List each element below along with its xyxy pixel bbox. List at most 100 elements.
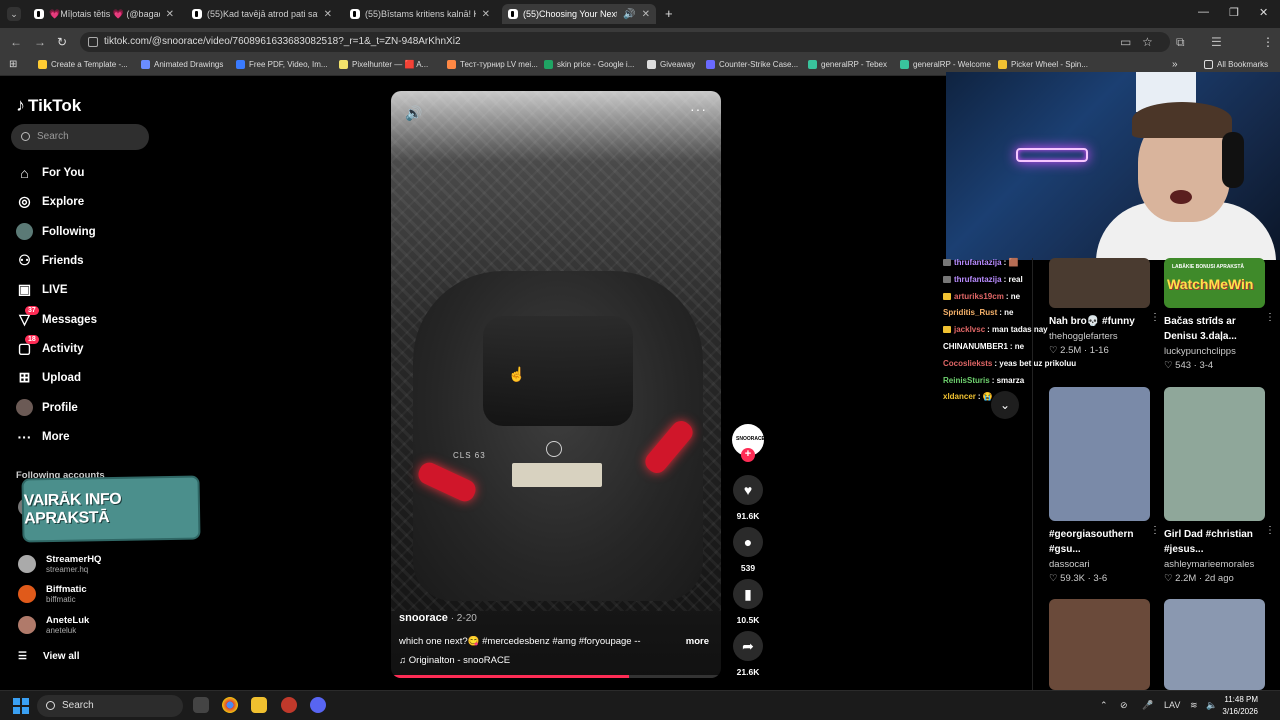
video-thumbnail[interactable]	[1049, 599, 1150, 690]
card-more-icon[interactable]: ⋮	[1150, 525, 1160, 536]
chevron-down-icon[interactable]: ⌄	[991, 391, 1019, 419]
card-more-icon[interactable]: ⋮	[1265, 525, 1275, 536]
task-view-icon[interactable]	[193, 697, 209, 713]
bookmark-icon[interactable]: ▮	[733, 579, 763, 609]
comment-icon[interactable]: ●	[733, 527, 763, 557]
save-action[interactable]: ▮ 10.5K	[732, 579, 764, 625]
bookmark-item[interactable]: Giveaway	[647, 60, 695, 69]
browser-tab-4-active[interactable]: (55)Choosing Your Next Me... 🔊 ✕	[502, 4, 656, 24]
tab-search-icon[interactable]: ⌄	[7, 7, 21, 21]
network-icon[interactable]: ⊘	[1120, 700, 1128, 711]
author-avatar[interactable]: SNOORACE +	[732, 424, 765, 462]
tray-chevron-icon[interactable]: ⌃	[1100, 700, 1108, 711]
bookmark-item[interactable]: Animated Drawings	[141, 60, 223, 69]
nav-item-friends[interactable]: ⚇ Friends	[16, 252, 83, 269]
bookmark-star-icon[interactable]: ☆	[1142, 35, 1153, 49]
tiktok-logo[interactable]: ♪ TikTok	[16, 95, 81, 116]
search-input[interactable]: Search	[11, 124, 149, 150]
volume-icon[interactable]: 🔊	[405, 105, 422, 122]
restore-icon[interactable]: ❐	[1229, 6, 1239, 19]
nav-item-messages[interactable]: ▽ 37 Messages	[16, 306, 97, 328]
new-tab-button[interactable]: +	[665, 6, 673, 21]
bookmark-item[interactable]: Pixelhunter — 🟥 A...	[339, 60, 428, 69]
minimize-icon[interactable]: —	[1198, 6, 1209, 18]
cast-icon[interactable]: ▭	[1120, 35, 1131, 49]
nav-item-live[interactable]: ▣ LIVE	[16, 281, 68, 298]
card-more-icon[interactable]: ⋮	[1265, 312, 1275, 323]
nav-item-for-you[interactable]: ⌂ For You	[16, 164, 84, 181]
following-account[interactable]: StreamerHQ streamer.hq	[18, 554, 101, 574]
share-icon[interactable]: ➦	[733, 631, 763, 661]
follow-plus-icon[interactable]: +	[741, 448, 755, 462]
nav-item-explore[interactable]: ◎ Explore	[16, 193, 84, 210]
forward-icon[interactable]: →	[34, 35, 46, 49]
video-user[interactable]: dassocari	[1049, 559, 1150, 570]
bookmark-item[interactable]: Free PDF, Video, Im...	[236, 60, 328, 69]
nav-item-activity[interactable]: ▢ 18 Activity	[16, 335, 84, 357]
video-card[interactable]: Girl Dad #christian #jesus... ⋮ ashleymari…	[1164, 387, 1275, 584]
close-window-icon[interactable]: ✕	[1259, 6, 1268, 19]
clock[interactable]: 11:48 PM 3/16/2026	[1222, 694, 1258, 718]
taskbar-search-input[interactable]: Search	[37, 695, 183, 717]
card-more-icon[interactable]: ⋮	[1150, 312, 1160, 323]
wifi-icon[interactable]: ≋	[1190, 700, 1198, 711]
nav-item-more[interactable]: ··· More	[16, 428, 70, 445]
following-account[interactable]: Biffmatic biffmatic	[18, 584, 87, 604]
video-thumbnail[interactable]	[1164, 599, 1265, 690]
close-tab-icon[interactable]: ✕	[324, 9, 332, 20]
nav-item-following[interactable]: Following	[16, 223, 96, 240]
bookmark-item[interactable]: generalRP - Tebex	[808, 60, 887, 69]
menu-kebab-icon[interactable]: ⋮	[1262, 35, 1274, 49]
caption-more-button[interactable]: more	[686, 636, 709, 647]
view-all-link[interactable]: ☰ View all	[18, 651, 79, 662]
video-title[interactable]: Bačas strīds ar Denisu 3.daļa...	[1164, 314, 1259, 344]
browser-tab-3[interactable]: (55)Bīstams kritiens kalnā! Kāp... ✕	[344, 4, 496, 24]
bookmarks-overflow-icon[interactable]: »	[1172, 59, 1178, 70]
video-user[interactable]: luckypunchclipps	[1164, 346, 1265, 357]
video-thumbnail[interactable]	[1049, 387, 1150, 521]
bookmark-item[interactable]: Counter-Strike Case...	[706, 60, 798, 69]
video-user[interactable]: ashleymarieemorales	[1164, 559, 1265, 570]
reading-list-icon[interactable]: ☰	[1211, 35, 1222, 49]
heart-icon[interactable]: ♥	[733, 475, 763, 505]
close-tab-icon[interactable]: ✕	[166, 9, 174, 20]
windows-start-icon[interactable]	[13, 698, 29, 714]
video-title[interactable]: Girl Dad #christian #jesus...	[1164, 527, 1259, 557]
video-thumbnail[interactable]: LABĀKIE BONUSI APRAKSTĀ WatchMeWin	[1164, 258, 1265, 308]
file-explorer-icon[interactable]	[251, 697, 267, 713]
apps-grid-icon[interactable]: ⊞	[9, 59, 17, 70]
video-card[interactable]: Nah bro💀 #funny ⋮ thehogglefarters ♡ 2.5M ·…	[1049, 258, 1160, 356]
like-action[interactable]: ♥ 91.6K	[732, 475, 764, 521]
app-icon[interactable]	[281, 697, 297, 713]
video-thumbnail[interactable]	[1049, 258, 1150, 308]
video-more-icon[interactable]: ···	[690, 101, 707, 117]
all-bookmarks-button[interactable]: All Bookmarks	[1204, 60, 1268, 69]
language-indicator[interactable]: LAV	[1164, 700, 1180, 710]
back-icon[interactable]: ←	[10, 35, 22, 49]
share-action[interactable]: ➦ 21.6K	[732, 631, 764, 677]
video-title[interactable]: #georgiasouthern #gsu...	[1049, 527, 1144, 557]
video-thumbnail[interactable]	[1164, 387, 1265, 521]
video-player[interactable]: CLS 63 🔊 ··· snoorace · 2-20 which one n…	[391, 91, 721, 678]
video-author[interactable]: snoorace · 2-20	[399, 612, 477, 624]
bookmark-item[interactable]: Picker Wheel - Spin...	[998, 60, 1088, 69]
video-card[interactable]: LABĀKIE BONUSI APRAKSTĀ WatchMeWin Bačas s…	[1164, 258, 1275, 371]
video-card[interactable]: #georgiasouthern #gsu... ⋮ dassocari ♡ 59.3…	[1049, 387, 1160, 584]
bookmark-item[interactable]: Create a Template -...	[38, 60, 128, 69]
chrome-icon[interactable]	[222, 697, 238, 713]
speaker-icon[interactable]: 🔈	[1206, 700, 1217, 711]
microphone-icon[interactable]: 🎤	[1142, 700, 1153, 711]
bookmark-item[interactable]: Тест-турнир LV mei...	[447, 60, 538, 69]
site-info-icon[interactable]	[88, 37, 98, 47]
video-progress-bar[interactable]	[391, 675, 721, 678]
video-user[interactable]: thehogglefarters	[1049, 331, 1150, 342]
discord-icon[interactable]	[310, 697, 326, 713]
browser-tab-2[interactable]: (55)Kad tavējā atrod pati savu n... ✕	[186, 4, 338, 24]
bookmark-item[interactable]: generalRP - Welcome	[900, 60, 991, 69]
browser-tab-1[interactable]: 💗Mīļotais tētis 💗 (@bagada... ✕	[28, 4, 180, 24]
extensions-icon[interactable]: ⧉	[1176, 35, 1185, 50]
reload-icon[interactable]: ↻	[57, 35, 67, 49]
nav-item-profile[interactable]: Profile	[16, 399, 78, 416]
url-input[interactable]: tiktok.com/@snoorace/video/7608961633683…	[80, 32, 1170, 52]
following-account[interactable]: AneteLuk aneteluk	[18, 615, 89, 635]
